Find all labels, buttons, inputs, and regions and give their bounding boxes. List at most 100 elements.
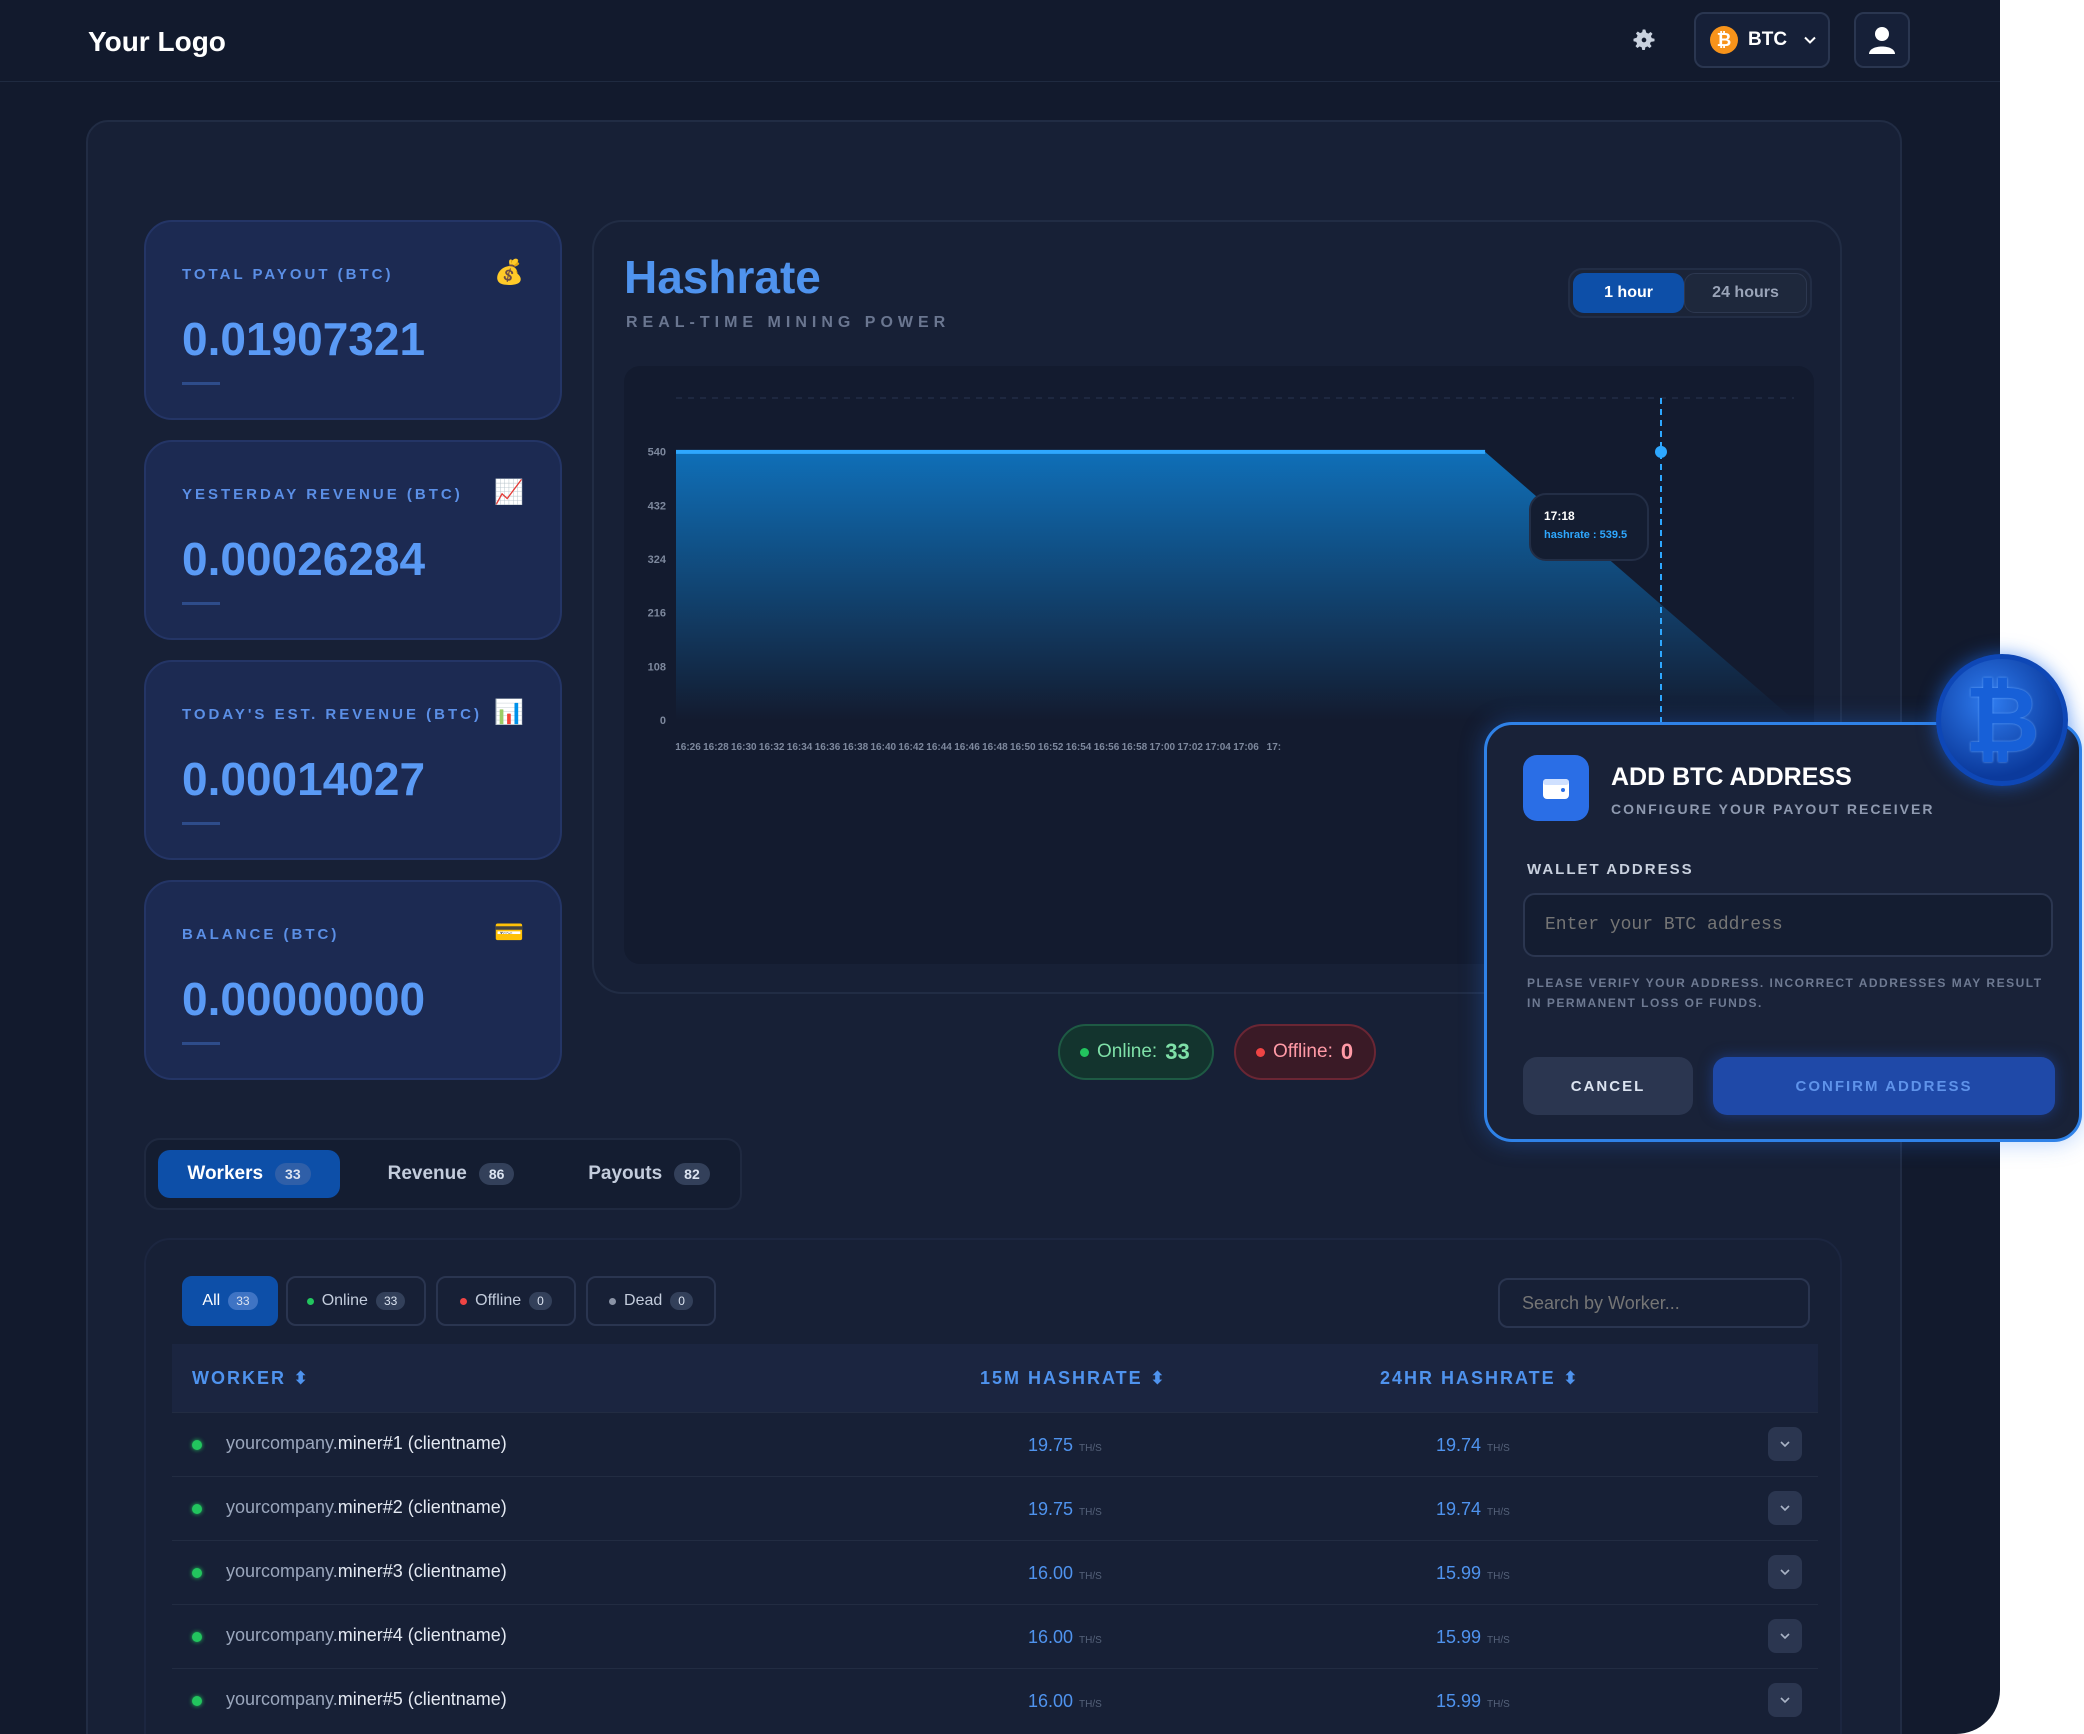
hashrate-24hr: 15.99 TH/S [1436,1627,1510,1648]
dialog-title: ADD BTC ADDRESS [1611,763,1852,791]
header-label: 15M HASHRATE [980,1368,1143,1388]
tab-label: Payouts [588,1163,663,1184]
expand-row-button[interactable] [1768,1619,1802,1653]
unit: TH/S [1079,1507,1102,1518]
filter-online[interactable]: Online 33 [286,1276,426,1326]
stat-card-balance: BALANCE (BTC) 💳 0.00000000 [144,880,562,1080]
stat-value: 0.01907321 [182,313,426,365]
unit: TH/S [1079,1571,1102,1582]
x-tick-label: 16:38 [843,742,869,753]
worker-prefix: yourcompany. [226,1689,338,1709]
tab-payouts[interactable]: Payouts 82 [558,1150,740,1198]
confirm-address-button[interactable]: CONFIRM ADDRESS [1713,1057,2055,1115]
stat-value: 0.00000000 [182,973,426,1025]
bitcoin-icon: ₿ [1710,26,1738,54]
expand-row-button[interactable] [1768,1427,1802,1461]
offline-dot [460,1297,468,1305]
worker-prefix: yourcompany. [226,1625,338,1645]
x-tick-label: 17: [1267,742,1281,753]
coin-selector[interactable]: ₿ BTC [1694,12,1830,68]
bitcoin-symbol: ₿ [1964,668,2040,771]
tab-workers[interactable]: Workers 33 [158,1150,340,1198]
gear-icon[interactable] [1624,20,1664,60]
sort-icon: ⬍ [1562,1368,1580,1388]
worker-search-input[interactable] [1498,1278,1810,1328]
hashrate-15m: 16.00 TH/S [1028,1627,1102,1648]
worker-name: yourcompany.miner#2 (clientname) [226,1497,507,1518]
chart-title: Hashrate [624,251,821,303]
filter-all[interactable]: All 33 [182,1276,278,1326]
hashrate-area [676,451,1794,720]
table-row[interactable]: yourcompany.miner#4 (clientname) 16.00 TH… [172,1604,1818,1668]
wallet-icon [1523,755,1589,821]
online-label: Online: [1097,1041,1158,1062]
expand-row-button[interactable] [1768,1683,1802,1717]
filter-count: 0 [670,1292,693,1310]
user-menu-button[interactable] [1854,12,1910,68]
workers-table-card: All 33 Online 33 Offline 0 Dead 0 WORKER… [144,1238,1842,1734]
hashrate-15m: 19.75 TH/S [1028,1435,1102,1456]
online-count: 33 [1165,1039,1190,1064]
hashrate-24hr: 15.99 TH/S [1436,1691,1510,1712]
expand-row-button[interactable] [1768,1491,1802,1525]
x-tick-label: 16:56 [1094,742,1120,753]
offline-dot [1256,1047,1265,1057]
filter-label: Online [321,1292,368,1309]
value: 19.74 [1436,1499,1482,1519]
chevron-down-icon [1780,1505,1790,1512]
col-header-15m-hashrate[interactable]: 15M HASHRATE ⬍ [980,1368,1167,1389]
stat-title: BALANCE (BTC) [182,926,340,943]
dead-dot [609,1297,617,1305]
tab-count: 33 [275,1163,311,1185]
tab-revenue[interactable]: Revenue 86 [360,1150,542,1198]
online-dot [306,1297,314,1305]
worker-name: yourcompany.miner#3 (clientname) [226,1561,507,1582]
table-row[interactable]: yourcompany.miner#5 (clientname) 16.00 TH… [172,1668,1818,1732]
worker-id: miner#3 (clientname) [337,1561,507,1581]
value: 19.75 [1028,1499,1074,1519]
y-tick-label: 432 [648,500,666,512]
stat-card-yesterday-revenue: YESTERDAY REVENUE (BTC) 📈 0.00026284 [144,440,562,640]
y-tick-label: 108 [648,661,666,673]
highlight-point [1655,445,1667,458]
wallet-address-input[interactable] [1523,893,2053,957]
value: 19.74 [1436,1435,1482,1455]
expand-row-button[interactable] [1768,1555,1802,1589]
col-header-worker[interactable]: WORKER ⬍ [192,1368,310,1389]
offline-label: Offline: [1273,1041,1333,1062]
worker-id: miner#4 (clientname) [337,1625,507,1645]
col-header-24hr-hashrate[interactable]: 24HR HASHRATE ⬍ [1380,1368,1580,1389]
hashrate-15m: 19.75 TH/S [1028,1499,1102,1520]
header-label: 24HR HASHRATE [1380,1368,1556,1388]
table-row[interactable]: yourcompany.miner#3 (clientname) 16.00 TH… [172,1540,1818,1604]
tab-label: Revenue [387,1163,467,1184]
filter-label: Dead [624,1292,663,1309]
stat-underline [182,822,220,825]
offline-status-pill: Offline: 0 [1234,1024,1376,1080]
chart-subtitle: REAL-TIME MINING POWER [626,314,951,331]
cancel-button[interactable]: CANCEL [1523,1057,1693,1115]
range-1-hour-button[interactable]: 1 hour [1573,273,1685,313]
worker-prefix: yourcompany. [226,1497,338,1517]
stat-value: 0.00014027 [182,753,426,805]
worker-name: yourcompany.miner#4 (clientname) [226,1625,507,1646]
y-tick-label: 540 [648,447,666,459]
x-tick-label: 16:36 [815,742,841,753]
online-dot [192,1632,202,1642]
hashrate-15m: 16.00 TH/S [1028,1691,1102,1712]
logo[interactable]: Your Logo [88,26,226,58]
chevron-down-icon [1780,1633,1790,1640]
filter-dead[interactable]: Dead 0 [586,1276,716,1326]
bar-chart-icon: 📊 [494,699,524,726]
address-warning: PLEASE VERIFY YOUR ADDRESS. INCORRECT AD… [1527,976,2043,1010]
filter-offline[interactable]: Offline 0 [436,1276,576,1326]
table-row[interactable]: yourcompany.miner#2 (clientname) 19.75 TH… [172,1476,1818,1540]
table-row[interactable]: yourcompany.miner#1 (clientname) 19.75 TH… [172,1412,1818,1476]
filter-label: All [202,1292,221,1309]
worker-id: miner#5 (clientname) [337,1689,507,1709]
range-24-hours-button[interactable]: 24 hours [1684,273,1807,313]
chevron-down-icon [1804,36,1816,44]
chart-up-icon: 📈 [494,479,524,506]
x-tick-label: 16:58 [1122,742,1148,753]
stat-underline [182,602,220,605]
